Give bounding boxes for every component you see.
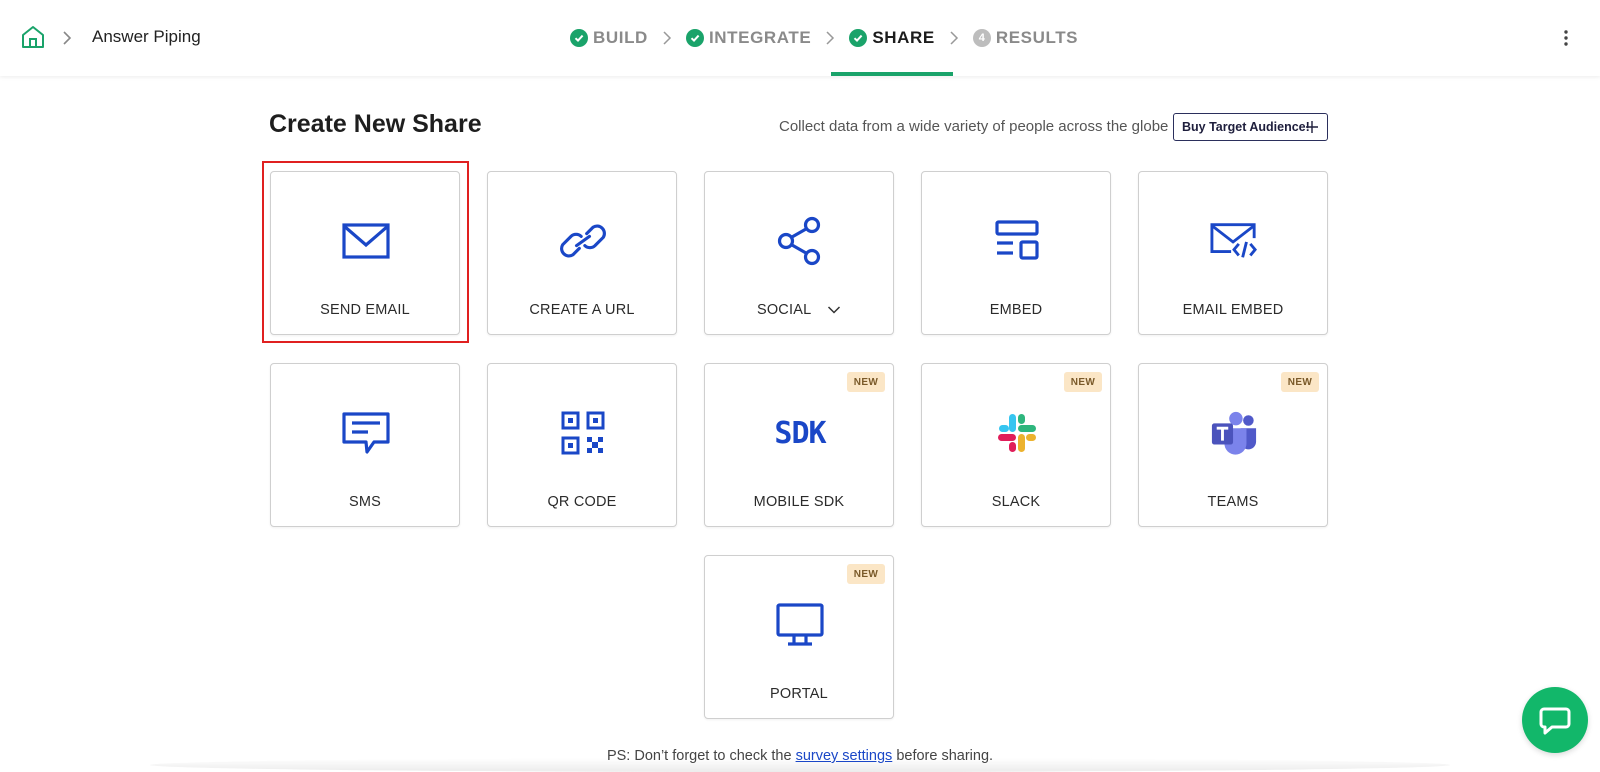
step-navigation: BUILD INTEGRATE SHARE 4 RESULTS (570, 0, 1078, 76)
message-icon (342, 408, 390, 458)
share-card-social[interactable]: SOCIAL (704, 171, 894, 335)
survey-title[interactable]: Answer Piping (92, 27, 201, 47)
more-options-icon[interactable] (1560, 28, 1572, 48)
step-label: RESULTS (995, 28, 1079, 47)
footer-prefix: PS: Don’t forget to check the (606, 748, 792, 764)
step-label: INTEGRATE (708, 28, 812, 47)
card-label: EMBED (989, 302, 1043, 318)
selected-highlight (262, 161, 469, 343)
sdk-icon: SDK (765, 408, 835, 458)
active-step-underline (831, 72, 953, 76)
chat-button[interactable] (1522, 687, 1588, 753)
share-card-portal[interactable]: NEW PORTAL (704, 555, 894, 719)
share-icon (776, 216, 824, 266)
step-label: BUILD (593, 28, 648, 47)
monitor-icon (776, 600, 824, 650)
plus-icon (1306, 121, 1318, 133)
share-card-mobile-sdk[interactable]: NEW SDK MOBILE SDK (704, 363, 894, 527)
card-label: EMAIL EMBED (1182, 302, 1284, 318)
home-icon[interactable] (20, 24, 46, 50)
survey-settings-link[interactable]: survey settings (796, 748, 893, 764)
card-label: SOCIAL (705, 302, 893, 318)
teams-icon (1210, 408, 1258, 458)
chevron-right-icon (663, 31, 672, 45)
footer-suffix: before sharing. (896, 748, 994, 764)
step-number-badge: 4 (972, 29, 991, 47)
step-share[interactable]: SHARE (831, 0, 953, 76)
embed-icon (993, 216, 1041, 266)
chat-bubble-icon (1539, 707, 1571, 735)
chevron-right-icon (63, 31, 72, 45)
top-bar: Answer Piping BUILD INTEGRATE SHARE 4 RE (0, 0, 1600, 76)
share-card-sms[interactable]: SMS (270, 363, 460, 527)
sdk-icon-text: SDK (774, 415, 826, 451)
chevron-right-icon (950, 31, 958, 45)
buy-button-label: Buy Target Audience! (1182, 120, 1310, 134)
check-icon (849, 29, 868, 47)
share-card-teams[interactable]: NEW TEAMS (1138, 363, 1328, 527)
chevron-right-icon (826, 31, 835, 45)
share-card-embed[interactable]: EMBED (921, 171, 1111, 335)
chevron-down-icon[interactable] (827, 305, 841, 315)
share-card-qr-code[interactable]: QR CODE (487, 363, 677, 527)
card-label: PORTAL (770, 686, 828, 702)
qr-code-icon (559, 408, 607, 458)
social-label: SOCIAL (756, 302, 811, 318)
page-title: Create New Share (269, 110, 482, 138)
new-badge: NEW (847, 372, 885, 392)
email-embed-icon (1210, 216, 1258, 266)
card-label: SMS (348, 494, 382, 510)
card-label: CREATE A URL (529, 302, 635, 318)
new-badge: NEW (847, 564, 885, 584)
slack-icon (993, 408, 1041, 458)
card-label: QR CODE (547, 494, 617, 510)
step-results[interactable]: 4 RESULTS (972, 0, 1079, 76)
collect-description: Collect data from a wide variety of peop… (779, 118, 1169, 135)
card-label: TEAMS (1207, 494, 1259, 510)
buy-target-audience-button[interactable]: Buy Target Audience! (1173, 113, 1328, 141)
footer-note: PS: Don’t forget to check the survey set… (0, 748, 1600, 764)
new-badge: NEW (1064, 372, 1102, 392)
check-icon (685, 29, 704, 47)
step-build[interactable]: BUILD (570, 0, 648, 76)
card-label: SLACK (991, 494, 1041, 510)
step-label: SHARE (872, 28, 935, 47)
step-integrate[interactable]: INTEGRATE (685, 0, 812, 76)
share-card-create-url[interactable]: CREATE A URL (487, 171, 677, 335)
link-icon (559, 216, 607, 266)
card-label: MOBILE SDK (753, 494, 845, 510)
check-icon (570, 29, 588, 47)
new-badge: NEW (1281, 372, 1319, 392)
share-card-slack[interactable]: NEW SLACK (921, 363, 1111, 527)
share-card-email-embed[interactable]: EMAIL EMBED (1138, 171, 1328, 335)
